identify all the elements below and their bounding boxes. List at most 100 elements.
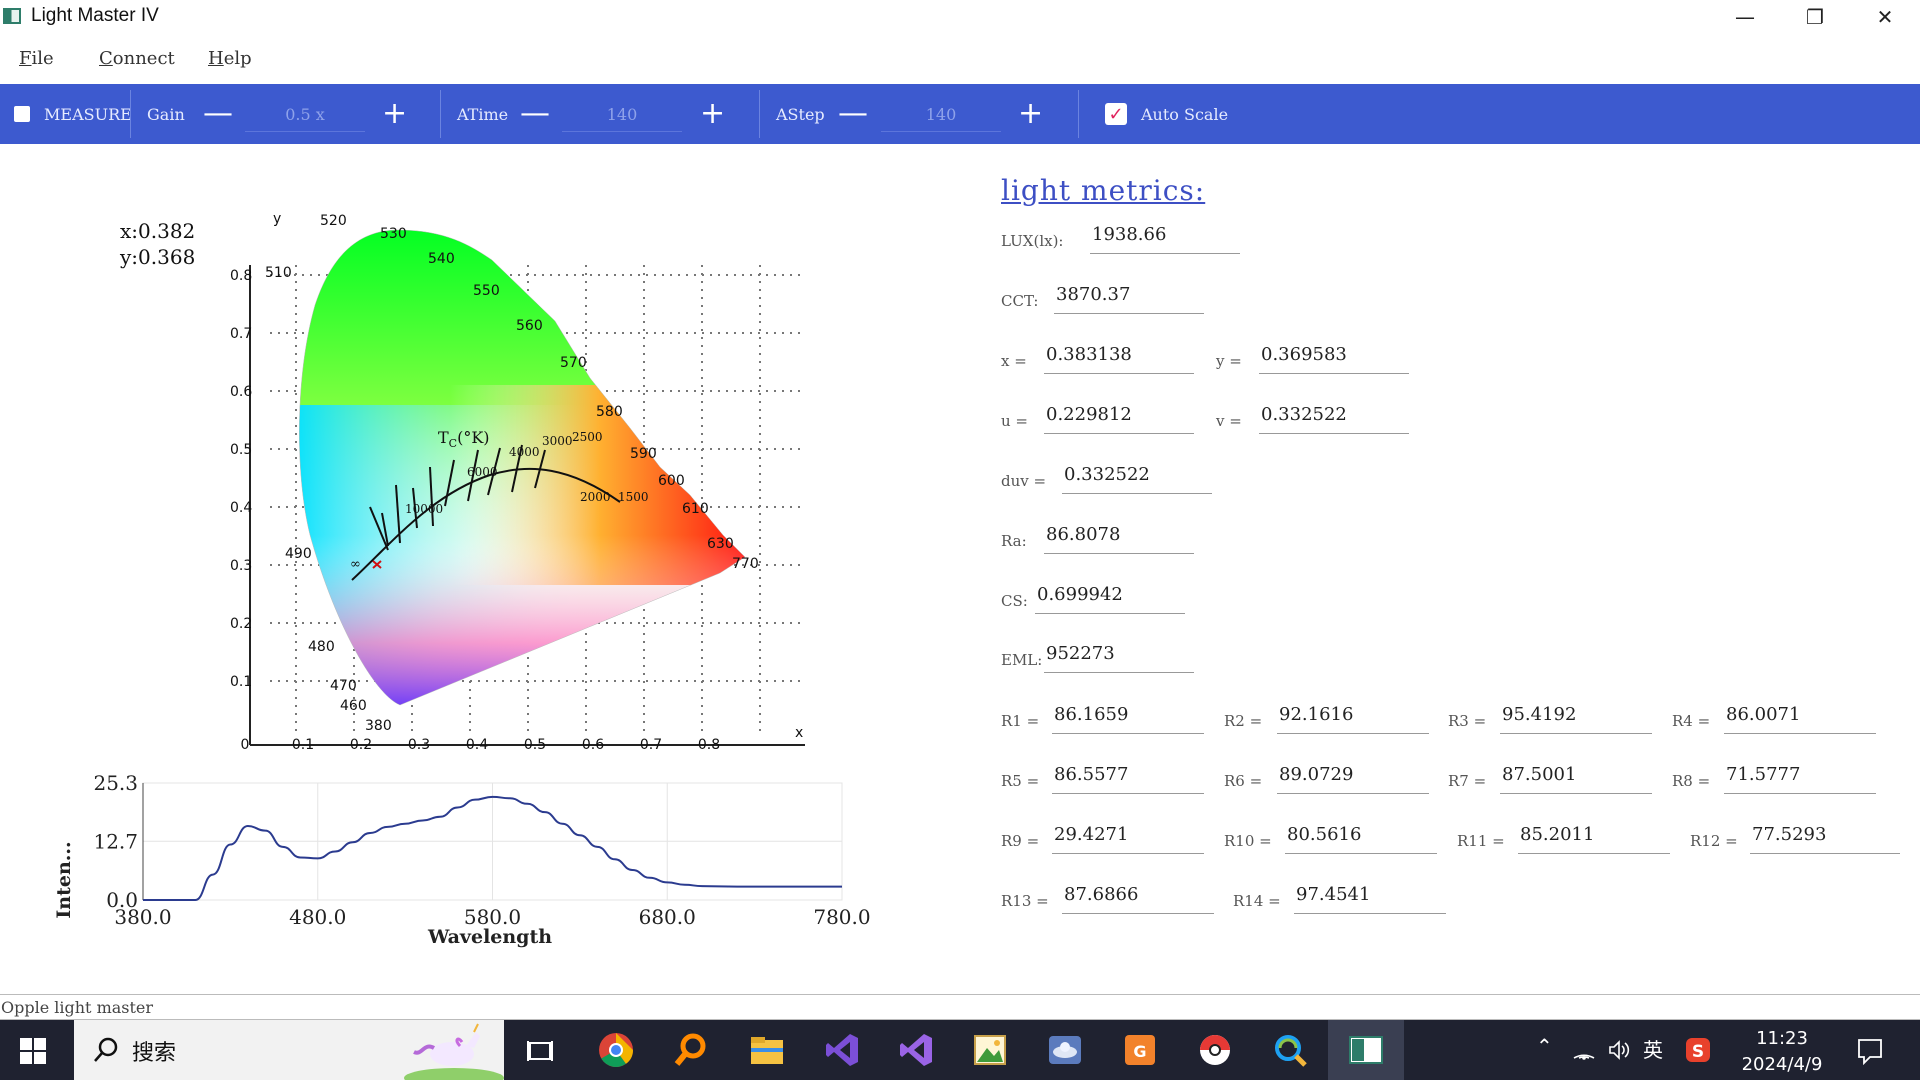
atime-decrease-button[interactable]: —: [520, 99, 550, 129]
windows-start-icon[interactable]: [20, 1038, 46, 1064]
r8-field[interactable]: 71.5777: [1724, 762, 1876, 794]
axis-x-title: x: [795, 725, 803, 741]
astep-decrease-button[interactable]: —: [838, 99, 868, 129]
r14-field[interactable]: 97.4541: [1294, 882, 1446, 914]
r3-label: R3 =: [1448, 712, 1487, 730]
eml-field[interactable]: 952273: [1044, 641, 1194, 673]
r13-field[interactable]: 87.6866: [1062, 882, 1214, 914]
r2-label: R2 =: [1224, 712, 1263, 730]
taskbar: 搜索 G ⌃ 英 S 11:23 2024/4/9: [0, 1020, 1920, 1080]
menu-file-label: ile: [31, 48, 54, 69]
wavelength-label: 490: [285, 546, 312, 562]
menu-connect[interactable]: Connect: [99, 48, 175, 69]
search-everything-icon[interactable]: [673, 1032, 709, 1068]
cs-label: CS:: [1001, 592, 1028, 610]
pokeball-app-icon[interactable]: [1197, 1032, 1233, 1068]
lux-field[interactable]: 1938.66: [1090, 222, 1240, 254]
image-viewer-icon[interactable]: [972, 1032, 1008, 1068]
auto-scale-toggle[interactable]: ✓ Auto Scale: [1105, 84, 1228, 144]
u-field[interactable]: 0.229812: [1044, 402, 1194, 434]
r4-field[interactable]: 86.0071: [1724, 702, 1876, 734]
notification-center-icon[interactable]: [1856, 1037, 1884, 1065]
cct-field[interactable]: 3870.37: [1054, 282, 1204, 314]
menu-file[interactable]: File: [19, 48, 54, 69]
x-tick-label: 0.1: [292, 737, 314, 750]
r1-label: R1 =: [1001, 712, 1040, 730]
r3-field[interactable]: 95.4192: [1500, 702, 1652, 734]
close-button[interactable]: ✕: [1850, 0, 1920, 34]
gain-increase-button[interactable]: +: [382, 99, 407, 129]
wavelength-label: 560: [516, 318, 543, 334]
restore-button[interactable]: ❐: [1780, 0, 1850, 34]
status-bar: Opple light master: [0, 994, 1920, 1020]
measure-checkbox[interactable]: [14, 106, 30, 122]
volume-icon[interactable]: [1607, 1038, 1631, 1062]
astep-input[interactable]: 140: [881, 98, 1001, 132]
toolbar-divider: [759, 90, 760, 138]
lux-label: LUX(lx):: [1001, 232, 1064, 250]
measure-toggle[interactable]: MEASURE: [14, 84, 132, 144]
toolbar-divider: [1078, 90, 1079, 138]
input-method-indicator[interactable]: 英: [1643, 1034, 1663, 1063]
ra-field[interactable]: 86.8078: [1044, 522, 1194, 554]
infinity-label: ∞: [350, 557, 361, 572]
sogou-ime-icon[interactable]: S: [1684, 1036, 1712, 1064]
duv-label: duv =: [1001, 472, 1047, 490]
spectrum-chart: 0.012.725.3 380.0 480.0 580.0 680.0 780.0 In…: [53, 771, 871, 948]
browser-search-app-icon[interactable]: [1272, 1032, 1308, 1068]
astep-increase-button[interactable]: +: [1018, 99, 1043, 129]
r7-field[interactable]: 87.5001: [1500, 762, 1652, 794]
cct-label: 2500: [572, 430, 603, 444]
menu-help-mnemonic: H: [208, 48, 224, 69]
atime-input[interactable]: 140: [562, 98, 682, 132]
wifi-icon[interactable]: [1572, 1038, 1596, 1062]
gain-decrease-button[interactable]: —: [203, 99, 233, 129]
r9-field[interactable]: 29.4271: [1052, 822, 1204, 854]
r10-field[interactable]: 80.5616: [1285, 822, 1437, 854]
r12-field[interactable]: 77.5293: [1750, 822, 1900, 854]
task-view-icon[interactable]: [527, 1038, 553, 1064]
wavelength-label: 590: [630, 446, 657, 462]
taskbar-search-box[interactable]: 搜索: [74, 1020, 504, 1080]
minimize-button[interactable]: —: [1710, 0, 1780, 34]
visual-studio-icon[interactable]: [898, 1032, 934, 1068]
atime-increase-button[interactable]: +: [700, 99, 725, 129]
y-tick-label: 0.2: [230, 616, 252, 632]
tray-overflow-chevron-icon[interactable]: ⌃: [1536, 1034, 1553, 1058]
remote-app-icon[interactable]: [1047, 1032, 1083, 1068]
cct-label: 10000: [405, 502, 443, 516]
y-field[interactable]: 0.369583: [1259, 342, 1409, 374]
taskbar-clock[interactable]: 11:23 2024/4/9: [1727, 1026, 1837, 1078]
r5-label: R5 =: [1001, 772, 1040, 790]
menu-help-label: elp: [223, 48, 252, 69]
cct-label: 4000: [509, 445, 540, 459]
toolbar-divider: [440, 90, 441, 138]
gain-input[interactable]: 0.5 x: [245, 98, 365, 132]
y-tick-label: 12.7: [93, 829, 138, 853]
r2-field[interactable]: 92.1616: [1277, 702, 1429, 734]
r12-label: R12 =: [1690, 832, 1738, 850]
spectrum-grid: [142, 782, 843, 901]
r1-field[interactable]: 86.1659: [1052, 702, 1204, 734]
auto-scale-checkbox[interactable]: ✓: [1105, 103, 1127, 125]
file-explorer-icon[interactable]: [749, 1032, 785, 1068]
wavelength-label: 510: [265, 265, 292, 281]
wavelength-label: 520: [320, 213, 347, 229]
light-master-taskbar-icon[interactable]: [1348, 1032, 1384, 1068]
wavelength-label: 630: [707, 536, 734, 552]
cct-label: 1500: [618, 490, 649, 504]
wavelength-label: 540: [428, 251, 455, 267]
r6-field[interactable]: 89.0729: [1277, 762, 1429, 794]
visual-studio-code-icon[interactable]: [824, 1032, 860, 1068]
auto-scale-label: Auto Scale: [1141, 104, 1229, 124]
duv-field[interactable]: 0.332522: [1062, 462, 1212, 494]
chrome-icon[interactable]: [598, 1032, 634, 1068]
menu-help[interactable]: Help: [208, 48, 252, 69]
r13-label: R13 =: [1001, 892, 1049, 910]
x-field[interactable]: 0.383138: [1044, 342, 1194, 374]
v-field[interactable]: 0.332522: [1259, 402, 1409, 434]
cs-field[interactable]: 0.699942: [1035, 582, 1185, 614]
r5-field[interactable]: 86.5577: [1052, 762, 1204, 794]
r11-field[interactable]: 85.2011: [1518, 822, 1670, 854]
pdf-reader-icon[interactable]: G: [1122, 1032, 1158, 1068]
